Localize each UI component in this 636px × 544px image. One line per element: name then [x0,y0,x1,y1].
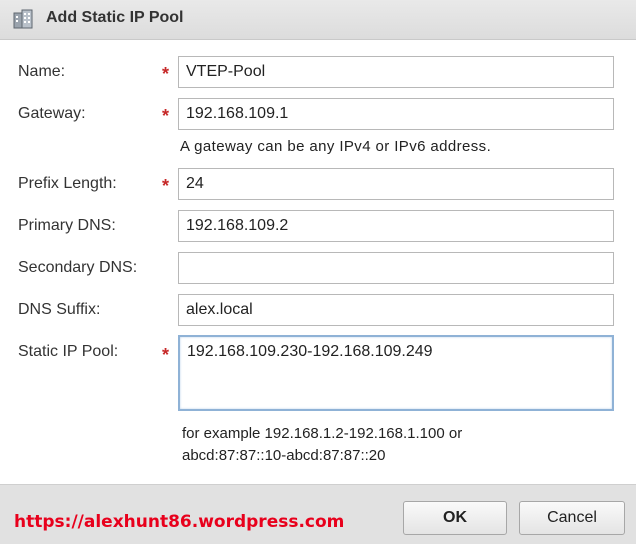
gateway-hint: A gateway can be any IPv4 or IPv6 addres… [180,138,492,155]
watermark-text: https://alexhunt86.wordpress.com [14,512,345,532]
static-ip-pool-textarea[interactable]: 192.168.109.230-192.168.109.249 [178,335,614,411]
name-input[interactable] [178,56,614,88]
add-static-ip-pool-dialog: Add Static IP Pool Name: * Gateway: * A … [0,0,636,544]
primary-dns-label: Primary DNS: [18,217,116,234]
static-ip-pool-required-marker: * [162,345,170,365]
gateway-input[interactable] [178,98,614,130]
gateway-required-marker: * [162,106,170,126]
prefix-length-required-marker: * [162,176,170,196]
prefix-length-label: Prefix Length: [18,175,117,192]
static-ip-pool-hint-line1: for example 192.168.1.2-192.168.1.100 or [182,425,463,442]
prefix-length-input[interactable] [178,168,614,200]
dns-suffix-label: DNS Suffix: [18,301,101,318]
name-required-marker: * [162,64,170,84]
name-label: Name: [18,63,66,80]
ok-button[interactable]: OK [403,501,507,535]
dialog-footer: https://alexhunt86.wordpress.com OK Canc… [0,484,636,544]
cancel-button[interactable]: Cancel [519,501,625,535]
secondary-dns-label: Secondary DNS: [18,259,138,276]
title-bar: Add Static IP Pool [0,0,636,40]
static-ip-pool-hint-line2: abcd:87:87::10-abcd:87:87::20 [182,447,386,464]
gateway-label: Gateway: [18,105,86,122]
primary-dns-input[interactable] [178,210,614,242]
secondary-dns-input[interactable] [178,252,614,284]
dns-suffix-input[interactable] [178,294,614,326]
static-ip-pool-label: Static IP Pool: [18,343,119,360]
building-icon [13,9,33,29]
dialog-title: Add Static IP Pool [46,9,184,26]
